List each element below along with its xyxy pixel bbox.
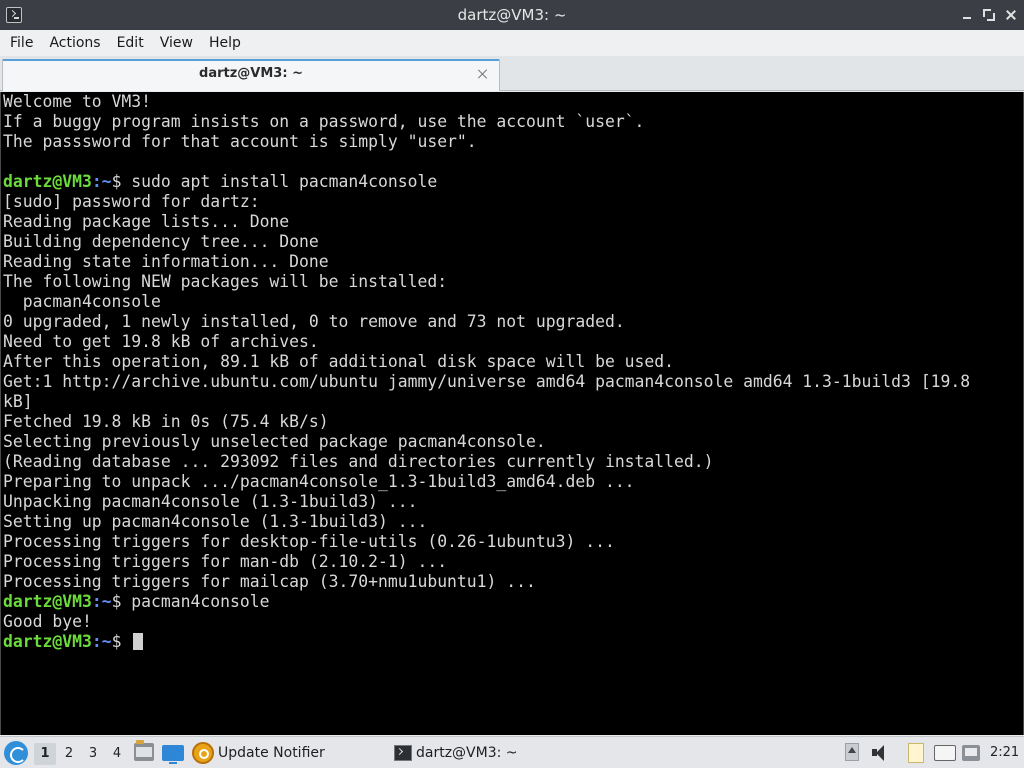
command-input[interactable] <box>121 632 131 651</box>
close-icon[interactable] <box>1004 8 1018 22</box>
menu-view[interactable]: View <box>152 30 201 56</box>
prompt-user: dartz@VM3 <box>3 592 92 611</box>
terminal-line: Setting up pacman4console (1.3-1build3) … <box>3 512 428 531</box>
clipboard-icon[interactable] <box>908 743 924 763</box>
prompt-user: dartz@VM3 <box>3 172 92 191</box>
terminal-line: Get:1 http://archive.ubuntu.com/ubuntu j… <box>3 372 971 391</box>
terminal-line: Building dependency tree... Done <box>3 232 319 251</box>
taskbar: 1 2 3 4 Update Notifier dartz@VM3: ~ 2:2… <box>0 736 1024 768</box>
terminal-line: If a buggy program insists on a password… <box>3 112 645 131</box>
window-controls <box>960 8 1018 22</box>
menu-actions[interactable]: Actions <box>41 30 108 56</box>
window-title: dartz@VM3: ~ <box>457 6 567 24</box>
terminal-line: pacman4console <box>3 292 161 311</box>
task-terminal-label: dartz@VM3: ~ <box>416 745 518 761</box>
task-terminal[interactable]: dartz@VM3: ~ <box>390 740 590 766</box>
tab-close-icon[interactable] <box>477 68 489 80</box>
file-manager-icon[interactable] <box>134 740 154 761</box>
terminal-icon <box>394 745 412 761</box>
terminal-prompt-line: dartz@VM3:~$ pacman4console <box>3 592 1019 612</box>
show-desktop-icon[interactable] <box>162 745 184 764</box>
terminal-line: After this operation, 89.1 kB of additio… <box>3 352 675 371</box>
terminal-prompt-line: dartz@VM3:~$ sudo apt install pacman4con… <box>3 172 1019 192</box>
tab-terminal[interactable]: dartz@VM3: ~ <box>2 59 500 91</box>
maximize-icon[interactable] <box>982 8 996 22</box>
terminal-line: Good bye! <box>3 612 92 631</box>
terminal-line: The following NEW packages will be insta… <box>3 272 448 291</box>
desktop-1-button[interactable]: 1 <box>34 743 56 765</box>
terminal-line: Unpacking pacman4console (1.3-1build3) .… <box>3 492 418 511</box>
terminal-line: The passsword for that account is simply… <box>3 132 477 151</box>
tray-expand-icon[interactable] <box>845 743 859 761</box>
terminal-output[interactable]: Welcome to VM3! If a buggy program insist… <box>0 92 1024 735</box>
terminal-line: Need to get 19.8 kB of archives. <box>3 332 319 351</box>
task-update-notifier-label: Update Notifier <box>218 745 325 761</box>
terminal-line: Reading state information... Done <box>3 252 329 271</box>
update-notifier-icon <box>192 742 214 764</box>
desktop-2-button[interactable]: 2 <box>58 743 80 765</box>
terminal-line: Preparing to unpack .../pacman4console_1… <box>3 472 635 491</box>
menu-edit[interactable]: Edit <box>109 30 152 56</box>
terminal-prompt-line: dartz@VM3:~$ <box>3 632 1019 652</box>
window-titlebar[interactable]: dartz@VM3: ~ <box>0 0 1024 30</box>
volume-icon[interactable] <box>872 745 890 761</box>
terminal-line: kB] <box>3 392 33 411</box>
terminal-line: Welcome to VM3! <box>3 92 152 111</box>
clock[interactable]: 2:21 <box>990 745 1019 760</box>
minimize-icon[interactable] <box>960 8 974 22</box>
prompt-user: dartz@VM3 <box>3 632 92 651</box>
keyboard-icon[interactable] <box>934 745 956 761</box>
terminal-line: (Reading database ... 293092 files and d… <box>3 452 714 471</box>
terminal-line: Processing triggers for man-db (2.10.2-1… <box>3 552 448 571</box>
terminal-line: Selecting previously unselected package … <box>3 432 546 451</box>
menu-file[interactable]: File <box>2 30 41 56</box>
menu-bar: File Actions Edit View Help <box>0 30 1024 56</box>
prompt-path: :~ <box>91 592 112 611</box>
terminal-line: Processing triggers for mailcap (3.70+nm… <box>3 572 536 591</box>
terminal-line: Reading package lists... Done <box>3 212 290 231</box>
terminal-cursor <box>133 633 144 650</box>
menu-help[interactable]: Help <box>201 30 249 56</box>
prompt-symbol: $ <box>111 632 122 651</box>
prompt-symbol: $ <box>111 592 122 611</box>
command-text: sudo apt install pacman4console <box>121 172 438 191</box>
desktop-4-button[interactable]: 4 <box>106 743 128 765</box>
terminal-line: 0 upgraded, 1 newly installed, 0 to remo… <box>3 312 625 331</box>
start-menu-icon[interactable] <box>4 741 28 765</box>
terminal-text: Welcome to VM3! If a buggy program insist… <box>3 92 1019 652</box>
desktop-3-button[interactable]: 3 <box>82 743 104 765</box>
terminal-line: [sudo] password for dartz: <box>3 192 260 211</box>
tab-bar: dartz@VM3: ~ <box>0 56 1024 91</box>
terminal-line: Processing triggers for desktop-file-uti… <box>3 532 615 551</box>
network-icon[interactable] <box>962 745 980 761</box>
command-text: pacman4console <box>121 592 270 611</box>
task-update-notifier[interactable]: Update Notifier <box>192 740 325 766</box>
terminal-line: Fetched 19.8 kB in 0s (75.4 kB/s) <box>3 412 329 431</box>
prompt-path: :~ <box>91 172 112 191</box>
prompt-symbol: $ <box>111 172 122 191</box>
tab-title: dartz@VM3: ~ <box>199 66 303 81</box>
prompt-path: :~ <box>91 632 112 651</box>
